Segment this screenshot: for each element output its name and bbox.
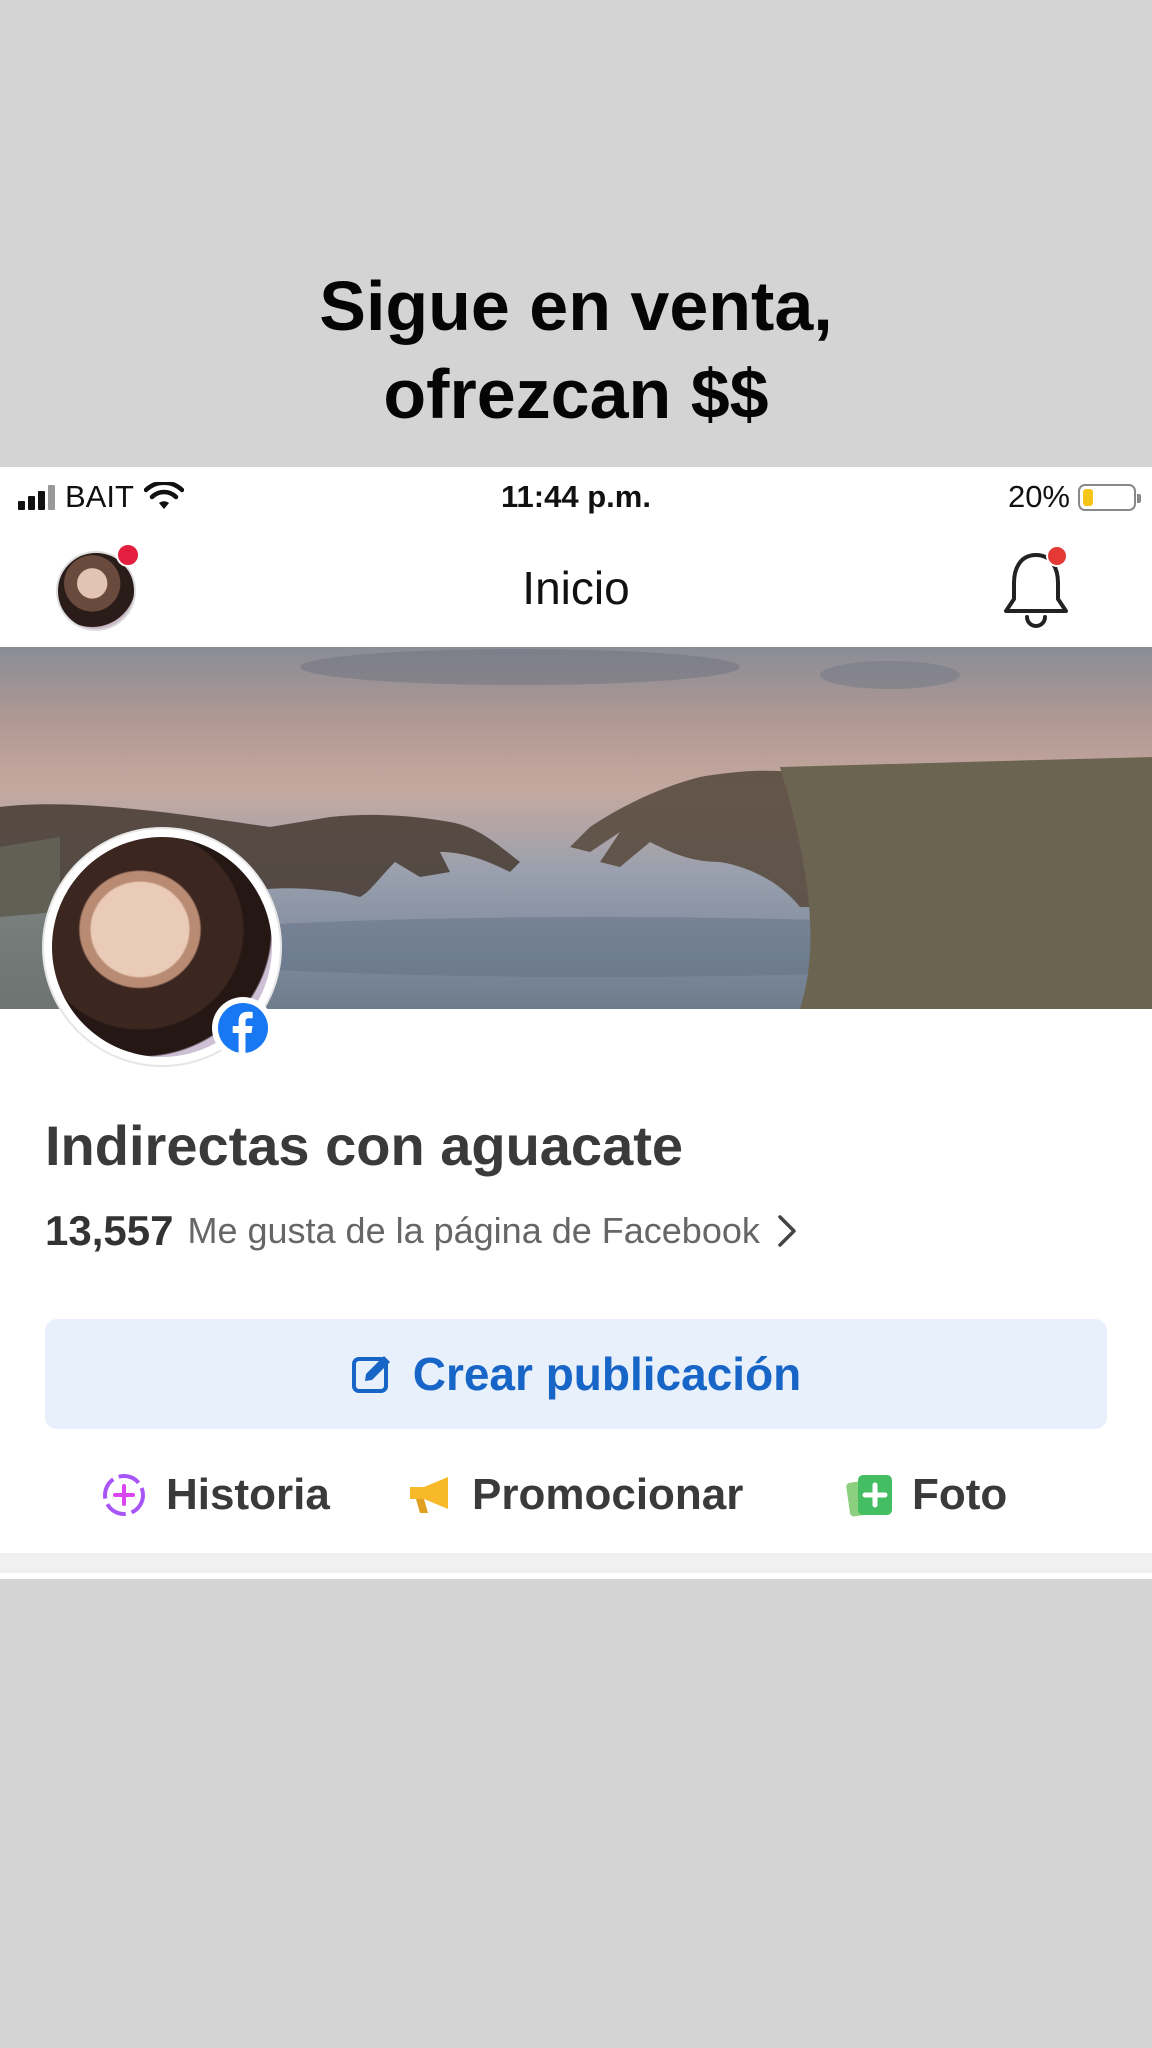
actions-row: Historia Promocionar Foto xyxy=(0,1445,1152,1545)
battery-percent: 20% xyxy=(1007,479,1070,514)
story-label: Historia xyxy=(166,1470,330,1519)
promote-button[interactable]: Promocionar xyxy=(406,1445,743,1545)
bell-notification-dot xyxy=(1046,545,1068,567)
battery-level xyxy=(1083,488,1093,506)
caption-line-2: ofrezcan $$ xyxy=(383,355,769,433)
likes-count: 13,557 xyxy=(45,1207,174,1254)
status-bar: BAIT 11:44 p.m. 20% xyxy=(0,467,1152,527)
create-post-button[interactable]: Crear publicación xyxy=(45,1319,1107,1429)
likes-label: Me gusta de la página de Facebook xyxy=(187,1210,760,1251)
page-name: Indirectas con aguacate xyxy=(45,1114,684,1177)
chevron-right-icon xyxy=(778,1215,796,1247)
story-icon xyxy=(103,1474,145,1516)
story-page: Sigue en venta, ofrezcan $$ BAIT 11:44 p… xyxy=(0,0,1152,2048)
nav-header: Inicio xyxy=(0,527,1152,647)
page-title: Inicio xyxy=(522,562,630,614)
battery-icon xyxy=(1078,483,1141,511)
create-post-label: Crear publicación xyxy=(412,1348,802,1400)
megaphone-icon xyxy=(410,1477,448,1513)
facebook-logo-icon xyxy=(218,1003,268,1053)
story-button[interactable]: Historia xyxy=(100,1445,330,1545)
status-right: 20% xyxy=(1007,479,1141,515)
section-divider xyxy=(0,1553,1152,1573)
caption-line-1: Sigue en venta, xyxy=(319,267,833,345)
photo-icon xyxy=(846,1475,892,1517)
likes-row[interactable]: 13,557 Me gusta de la página de Facebook xyxy=(45,1207,798,1255)
promote-label: Promocionar xyxy=(472,1470,744,1519)
story-caption: Sigue en venta, ofrezcan $$ xyxy=(0,262,1152,438)
status-time: 11:44 p.m. xyxy=(501,479,651,514)
facebook-badge xyxy=(212,997,274,1059)
edit-icon xyxy=(351,1356,390,1393)
photo-label: Foto xyxy=(912,1470,1008,1519)
photo-button[interactable]: Foto xyxy=(846,1445,1007,1545)
facebook-screenshot: BAIT 11:44 p.m. 20% Inicio Indirectas co… xyxy=(0,467,1152,1579)
